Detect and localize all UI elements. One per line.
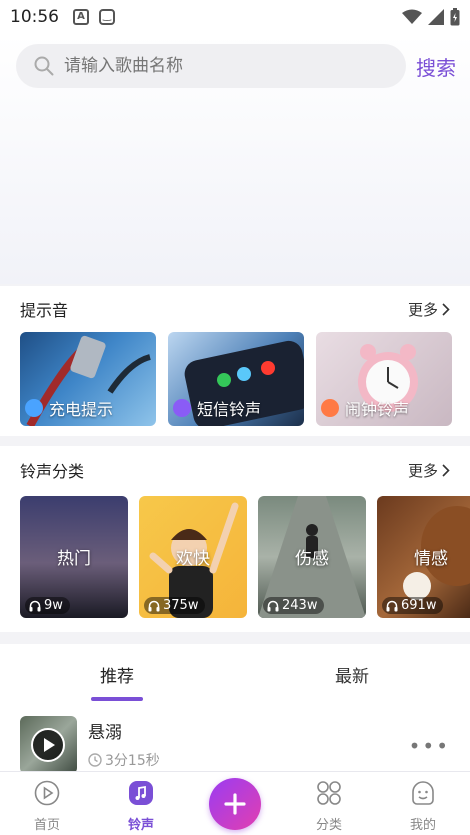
header-area: 搜索 [0,34,470,284]
song-duration: 3分15秒 [88,750,160,770]
search-button[interactable]: 搜索 [416,52,456,81]
song-list-section: 推荐 最新 悬溺 3分15秒 ••• [0,644,470,771]
app-notification-icon: ‿ [99,9,115,25]
listen-count: 375w [144,597,206,614]
category-card-happy[interactable]: 欢快 375w [139,496,247,618]
listen-count: 691w [382,597,444,614]
listen-count-text: 375w [163,598,199,613]
more-label: 更多 [407,461,438,480]
music-note-icon [129,781,153,805]
nav-category[interactable]: 分类 [299,780,359,833]
headphones-icon [386,600,398,611]
smiley-face-icon [412,781,434,805]
category-card-hot[interactable]: 热门 9w [20,496,128,618]
alarm-icon [321,399,339,417]
tone-label-text: 闹钟铃声 [345,400,410,419]
status-bar: 10:56 A ‿ [0,0,470,34]
listen-count-text: 691w [401,598,437,613]
headphones-icon [29,600,41,611]
nav-label: 首页 [33,818,60,833]
category-name: 热门 [57,549,91,569]
tab-latest[interactable]: 最新 [335,662,369,687]
song-duration-text: 3分15秒 [105,753,160,769]
listen-count-text: 9w [44,598,63,613]
tab-active-indicator [91,697,143,701]
section-title: 铃声分类 [20,462,85,481]
tone-card-sms[interactable]: 短信铃声 [168,332,304,426]
nav-label: 铃声 [127,818,154,833]
wifi-icon [402,9,422,24]
category-name: 情感 [414,549,448,569]
tone-card-charging[interactable]: 充电提示 [20,332,156,426]
play-button[interactable] [31,728,65,762]
battery-icon [450,8,460,26]
song-cover [20,716,77,771]
song-item[interactable]: 悬溺 3分15秒 ••• [20,716,460,771]
more-label: 更多 [407,300,438,319]
search-input[interactable] [64,56,364,76]
song-title: 悬溺 [88,723,122,743]
chevron-right-icon [442,463,450,477]
ringtone-category-section: 铃声分类 更多 热门 9w 欢快 375w 伤感 243w 情感 691w [0,446,470,632]
section-title: 提示音 [20,301,69,320]
tone-label-text: 短信铃声 [197,400,262,419]
search-box[interactable] [16,44,406,88]
bottom-nav: 首页 铃声 分类 我的 [0,771,470,835]
listen-count-text: 243w [282,598,318,613]
listen-count: 243w [263,597,325,614]
headphones-icon [267,600,279,611]
more-button[interactable]: 更多 [408,299,450,320]
category-name: 伤感 [295,549,329,569]
nav-mine[interactable]: 我的 [393,780,453,833]
clock-icon [88,753,102,767]
nav-home[interactable]: 首页 [17,780,77,833]
play-icon [44,738,55,752]
signal-icon [428,9,444,25]
category-header: 铃声分类 更多 [0,446,470,494]
more-options-icon[interactable]: ••• [409,734,450,758]
message-icon [25,399,43,417]
play-circle-icon [34,780,60,806]
nav-label: 我的 [409,818,436,833]
category-list: 热门 9w 欢快 375w 伤感 243w 情感 691w [20,496,470,618]
prompt-tones-section: 提示音 更多 充电提示 短信铃声 闹钟铃声 [0,286,470,436]
plus-icon [224,793,246,815]
search-icon [34,56,54,76]
grid-icon [317,781,341,805]
song-tabs: 推荐 最新 [0,644,470,704]
status-time: 10:56 [10,7,59,27]
status-right-icons [402,8,460,26]
tone-card-alarm[interactable]: 闹钟铃声 [316,332,452,426]
nav-label: 分类 [315,818,342,833]
chevron-right-icon [442,302,450,316]
font-notification-icon: A [73,9,89,25]
more-button[interactable]: 更多 [408,460,450,481]
category-card-sad[interactable]: 伤感 243w [258,496,366,618]
tone-label-text: 充电提示 [49,400,114,419]
category-name: 欢快 [176,549,210,569]
tab-recommend[interactable]: 推荐 [100,662,134,687]
sms-icon [173,399,191,417]
add-button[interactable] [209,778,261,830]
headphones-icon [148,600,160,611]
tone-label: 充电提示 [25,396,113,420]
status-notification-icons: A ‿ [73,9,115,25]
tone-label: 短信铃声 [173,396,261,420]
prompt-tones-list: 充电提示 短信铃声 闹钟铃声 [20,332,452,426]
category-card-emotion[interactable]: 情感 691w [377,496,470,618]
nav-ringtone[interactable]: 铃声 [111,780,171,833]
prompt-tones-header: 提示音 更多 [0,286,470,332]
listen-count: 9w [25,597,70,614]
tone-label: 闹钟铃声 [321,396,409,420]
